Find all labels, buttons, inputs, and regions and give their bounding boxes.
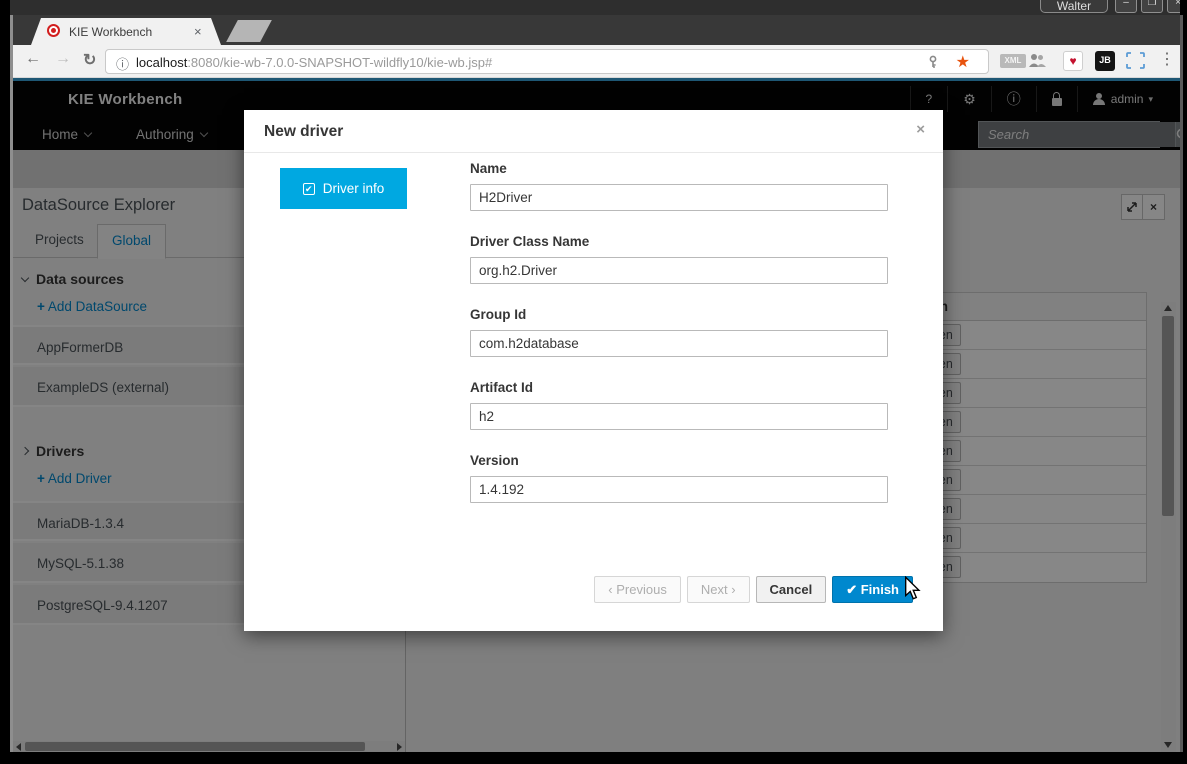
form-group-version: Version [470, 453, 888, 503]
artifact-id-field[interactable] [470, 403, 888, 430]
jb-extension-icon[interactable]: JB [1095, 51, 1115, 71]
reload-icon[interactable]: ↻ [83, 50, 96, 70]
artifact-id-label: Artifact Id [470, 380, 888, 395]
people-extension-icon[interactable] [1028, 53, 1047, 73]
wizard-step-driver-info[interactable]: ✔ Driver info [280, 168, 407, 209]
cancel-button[interactable]: Cancel [756, 576, 827, 603]
bookmark-star-icon[interactable]: ★ [956, 52, 970, 72]
driver-form: Name Driver Class Name Group Id Artifact… [470, 161, 888, 526]
forward-icon[interactable]: → [55, 50, 71, 68]
window-titlebar: Walter – ❒ × [10, 0, 1180, 15]
name-label: Name [470, 161, 888, 176]
window-border-right [1180, 15, 1183, 752]
chevron-left-icon: ‹ [608, 582, 612, 597]
browser-menu-icon[interactable]: ⋮ [1159, 49, 1175, 69]
finish-button[interactable]: ✔ Finish [832, 576, 913, 603]
modal-header: New driver × [244, 110, 943, 153]
modal-close-icon[interactable]: × [916, 121, 925, 138]
favicon-icon [47, 24, 60, 37]
browser-tabstrip: KIE Workbench × [13, 15, 1180, 45]
key-icon[interactable] [926, 55, 940, 74]
version-label: Version [470, 453, 888, 468]
previous-button[interactable]: ‹ Previous [594, 576, 681, 603]
checkbox-check-icon: ✔ [303, 183, 315, 195]
modal-title: New driver [264, 123, 343, 141]
page-viewport: KIE Workbench ? ⚙ ⓘ admin ▾ Home Authori… [13, 78, 1180, 752]
url-text: localhost:8080/kie-wb-7.0.0-SNAPSHOT-wil… [136, 55, 492, 70]
form-group-group-id: Group Id [470, 307, 888, 357]
check-icon: ✔ [846, 582, 857, 597]
group-id-label: Group Id [470, 307, 888, 322]
version-field[interactable] [470, 476, 888, 503]
maximize-button[interactable]: ❒ [1141, 0, 1163, 13]
close-button[interactable]: × [1167, 0, 1180, 13]
new-driver-modal: New driver × ✔ Driver info Name Driver C… [244, 110, 943, 631]
name-field[interactable] [470, 184, 888, 211]
modal-footer: ‹ Previous Next › Cancel ✔ Finish [594, 576, 913, 603]
minimize-button[interactable]: – [1115, 0, 1137, 13]
browser-toolbar: ← → ↻ ⓘ localhost:8080/kie-wb-7.0.0-SNAP… [13, 45, 1180, 78]
form-group-name: Name [470, 161, 888, 211]
browser-tab[interactable]: KIE Workbench × [31, 18, 221, 45]
window-title: Walter [1040, 0, 1108, 13]
mouse-cursor-icon [903, 576, 921, 605]
chevron-right-icon: › [731, 582, 735, 597]
page-info-icon[interactable]: ⓘ [116, 54, 129, 73]
driver-class-field[interactable] [470, 257, 888, 284]
frame-extension-icon[interactable] [1126, 52, 1145, 74]
tab-title: KIE Workbench [69, 25, 152, 39]
url-host: localhost [136, 55, 187, 70]
heart-extension-icon[interactable]: ♥ [1063, 51, 1083, 71]
tab-close-icon[interactable]: × [194, 24, 202, 39]
screen: Walter – ❒ × KIE Workbench × ← → ↻ ⓘ loc… [0, 0, 1187, 764]
next-button[interactable]: Next › [687, 576, 750, 603]
driver-class-label: Driver Class Name [470, 234, 888, 249]
xml-extension-icon[interactable]: XML [1000, 54, 1026, 68]
url-bar[interactable]: ⓘ localhost:8080/kie-wb-7.0.0-SNAPSHOT-w… [105, 49, 989, 74]
form-group-artifact-id: Artifact Id [470, 380, 888, 430]
group-id-field[interactable] [470, 330, 888, 357]
url-path: :8080/kie-wb-7.0.0-SNAPSHOT-wildfly10/ki… [187, 55, 492, 70]
form-group-driver-class: Driver Class Name [470, 234, 888, 284]
back-icon[interactable]: ← [25, 50, 41, 68]
new-tab-button[interactable] [226, 20, 272, 42]
